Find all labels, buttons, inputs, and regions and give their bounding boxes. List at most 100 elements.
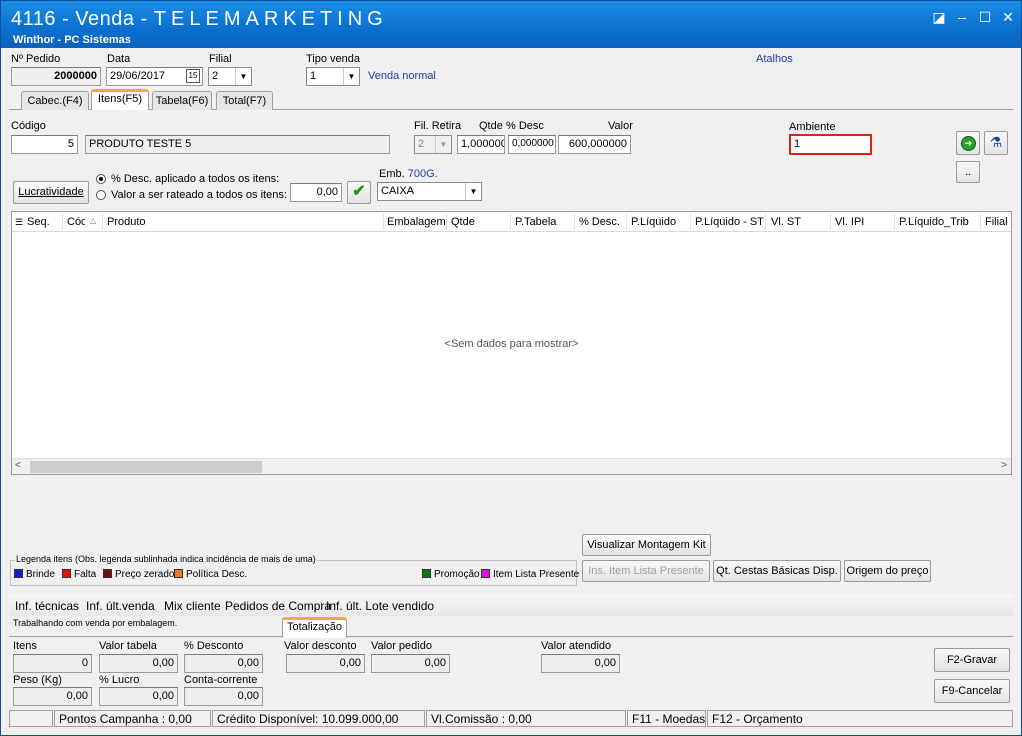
restore-icon[interactable]: ◪ [929, 9, 949, 27]
close-icon[interactable]: ✕ [998, 9, 1018, 27]
ins-item-lista-button[interactable]: Ins. Item Lista Presente [582, 560, 710, 582]
visualizar-montagem-button[interactable]: Visualizar Montagem Kit [582, 534, 711, 556]
pct-lucro-label: % Lucro [99, 674, 140, 686]
status-moedas[interactable]: F11 - Moedas [627, 710, 706, 727]
legend-swatch [62, 569, 71, 578]
pedido-label: Nº Pedido [11, 53, 61, 65]
col-filial-r[interactable]: Filial R [985, 216, 1011, 228]
qtde-field[interactable]: 1,000000 [457, 135, 505, 154]
fil-retira-label: Fil. Retira [414, 120, 462, 132]
legend-label: Item Lista Presente [493, 569, 580, 580]
valor-desconto-field: 0,00 [286, 654, 365, 673]
inf-ult-lote-link[interactable]: Inf. últ. Lote vendido [326, 599, 434, 613]
lucratividade-button[interactable]: Lucratividade [13, 181, 89, 204]
calendar-icon[interactable]: 15 [186, 69, 200, 83]
valor-pedido-field: 0,00 [371, 654, 450, 673]
cancelar-button[interactable]: F9-Cancelar [934, 679, 1010, 703]
col-sep [574, 214, 575, 230]
valor-pedido-label: Valor pedido [371, 640, 432, 652]
maximize-icon[interactable]: ☐ [975, 9, 995, 27]
apply-button[interactable]: ✔ [347, 181, 371, 204]
tab-itens[interactable]: Itens(F5) [91, 89, 149, 110]
origem-preco-button[interactable]: Origem do preço [844, 560, 931, 582]
fil-retira-select[interactable]: 2 ▼ [414, 135, 452, 154]
scrollbar-thumb[interactable] [30, 461, 262, 473]
mix-cliente-link[interactable]: Mix cliente [164, 599, 221, 613]
title-prefix: 4116 - Venda - [11, 8, 154, 30]
peso-field: 0,00 [13, 687, 92, 706]
scroll-left-icon[interactable]: < [15, 460, 21, 471]
chevron-down-icon[interactable]: ▼ [235, 68, 251, 85]
col-vl-st[interactable]: Vl. ST [771, 216, 801, 228]
codigo-field[interactable]: 5 [11, 135, 78, 154]
col-vl-ipi[interactable]: Vl. IPI [835, 216, 864, 228]
more-button[interactable]: .. [956, 161, 980, 183]
col-pliquido[interactable]: P.Líquido [631, 216, 676, 228]
tab-total[interactable]: Total(F7) [216, 91, 273, 110]
lucratividade-label: Lucratividade [18, 186, 84, 198]
peso-label: Peso (Kg) [13, 674, 62, 686]
col-embalagem[interactable]: Embalagem [387, 216, 446, 228]
filial-value: 2 [212, 70, 219, 82]
gravar-button[interactable]: F2-Gravar [934, 648, 1010, 672]
col-pliquido-st[interactable]: P.Líquido - ST [695, 216, 764, 228]
embalagem-value: CAIXA [381, 185, 415, 197]
tipo-venda-select[interactable]: 1 ▼ [306, 67, 360, 86]
info-links-bar [9, 594, 1013, 616]
window-title: 4116 - Venda - TELEMARKETING [11, 8, 388, 31]
qtde-label: Qtde [479, 120, 503, 132]
col-qtde[interactable]: Qtde [451, 216, 475, 228]
col-seq[interactable]: Seq. [27, 216, 50, 228]
legend-falta: Falta [62, 569, 96, 580]
cestas-basicas-button[interactable]: Qt. Cestas Básicas Disp. [713, 560, 841, 582]
col-sep [980, 214, 981, 230]
minimize-icon[interactable]: – [952, 9, 972, 27]
legend-swatch [422, 569, 431, 578]
status-orcamento[interactable]: F12 - Orçamento [707, 710, 1013, 727]
data-value: 29/06/2017 [110, 70, 166, 82]
pedidos-compra-link[interactable]: Pedidos de Compra [225, 599, 331, 613]
scroll-right-icon[interactable]: > [1001, 460, 1007, 471]
tab-tabela[interactable]: Tabela(F6) [152, 91, 212, 110]
col-pliquido-trib[interactable]: P.Líquido_Trib [899, 216, 969, 228]
embalagem-select[interactable]: CAIXA ▼ [377, 182, 482, 201]
chevron-down-icon[interactable]: ▼ [343, 68, 359, 85]
valor-atendido-label: Valor atendido [541, 640, 612, 652]
valor-field[interactable]: 600,000000 [558, 135, 631, 154]
col-pct-desc[interactable]: % Desc. [579, 216, 620, 228]
filial-select[interactable]: 2 ▼ [208, 67, 252, 86]
col-sep [830, 214, 831, 230]
status-blank [9, 710, 53, 727]
ambiente-field[interactable]: 1 [789, 134, 872, 155]
tab-totalizacao[interactable]: Totalização [282, 617, 347, 638]
chevron-down-icon[interactable]: ▼ [465, 183, 481, 200]
title-main: TELEMARKETING [153, 8, 388, 30]
itens-field: 0 [13, 654, 92, 673]
data-field[interactable]: 29/06/2017 15 [106, 67, 203, 86]
radio-pct-desc[interactable] [96, 174, 106, 184]
horizontal-scrollbar[interactable]: < > [12, 458, 1011, 474]
emb-label: Emb. 700G. [379, 168, 438, 180]
legend-swatch [14, 569, 23, 578]
legend-brinde: Brinde [14, 569, 55, 580]
pct-desc-field[interactable]: 0,000000 [508, 135, 556, 154]
confirm-item-button[interactable]: ➔ [956, 131, 980, 155]
col-produto[interactable]: Produto [107, 216, 146, 228]
radio-valor-rateado[interactable] [96, 190, 106, 200]
items-grid[interactable]: ☰ Seq. Cód △ Produto Embalagem Qtde P.Ta… [11, 211, 1012, 475]
inf-ult-venda-link[interactable]: Inf. últ.venda [86, 599, 155, 613]
pedido-field[interactable]: 2000000 [11, 67, 101, 86]
arrow-right-icon: ➔ [961, 136, 976, 151]
inf-tecnicas-link[interactable]: Inf. técnicas [15, 599, 79, 613]
col-ptabela[interactable]: P.Tabela [515, 216, 556, 228]
chevron-down-icon[interactable]: ▼ [435, 136, 451, 153]
rateio-field[interactable]: 0,00 [290, 183, 342, 202]
tab-cabec[interactable]: Cabec.(F4) [21, 91, 89, 110]
valor-label: Valor [608, 120, 633, 132]
column-chooser-icon[interactable]: ☰ [15, 217, 23, 228]
legend-label: Preço zerado [115, 569, 175, 580]
atalhos-link[interactable]: Atalhos [756, 53, 793, 65]
col-cod[interactable]: Cód [67, 216, 85, 228]
flask-button[interactable]: ⚗ [984, 131, 1008, 155]
itens-label: Itens [13, 640, 37, 652]
